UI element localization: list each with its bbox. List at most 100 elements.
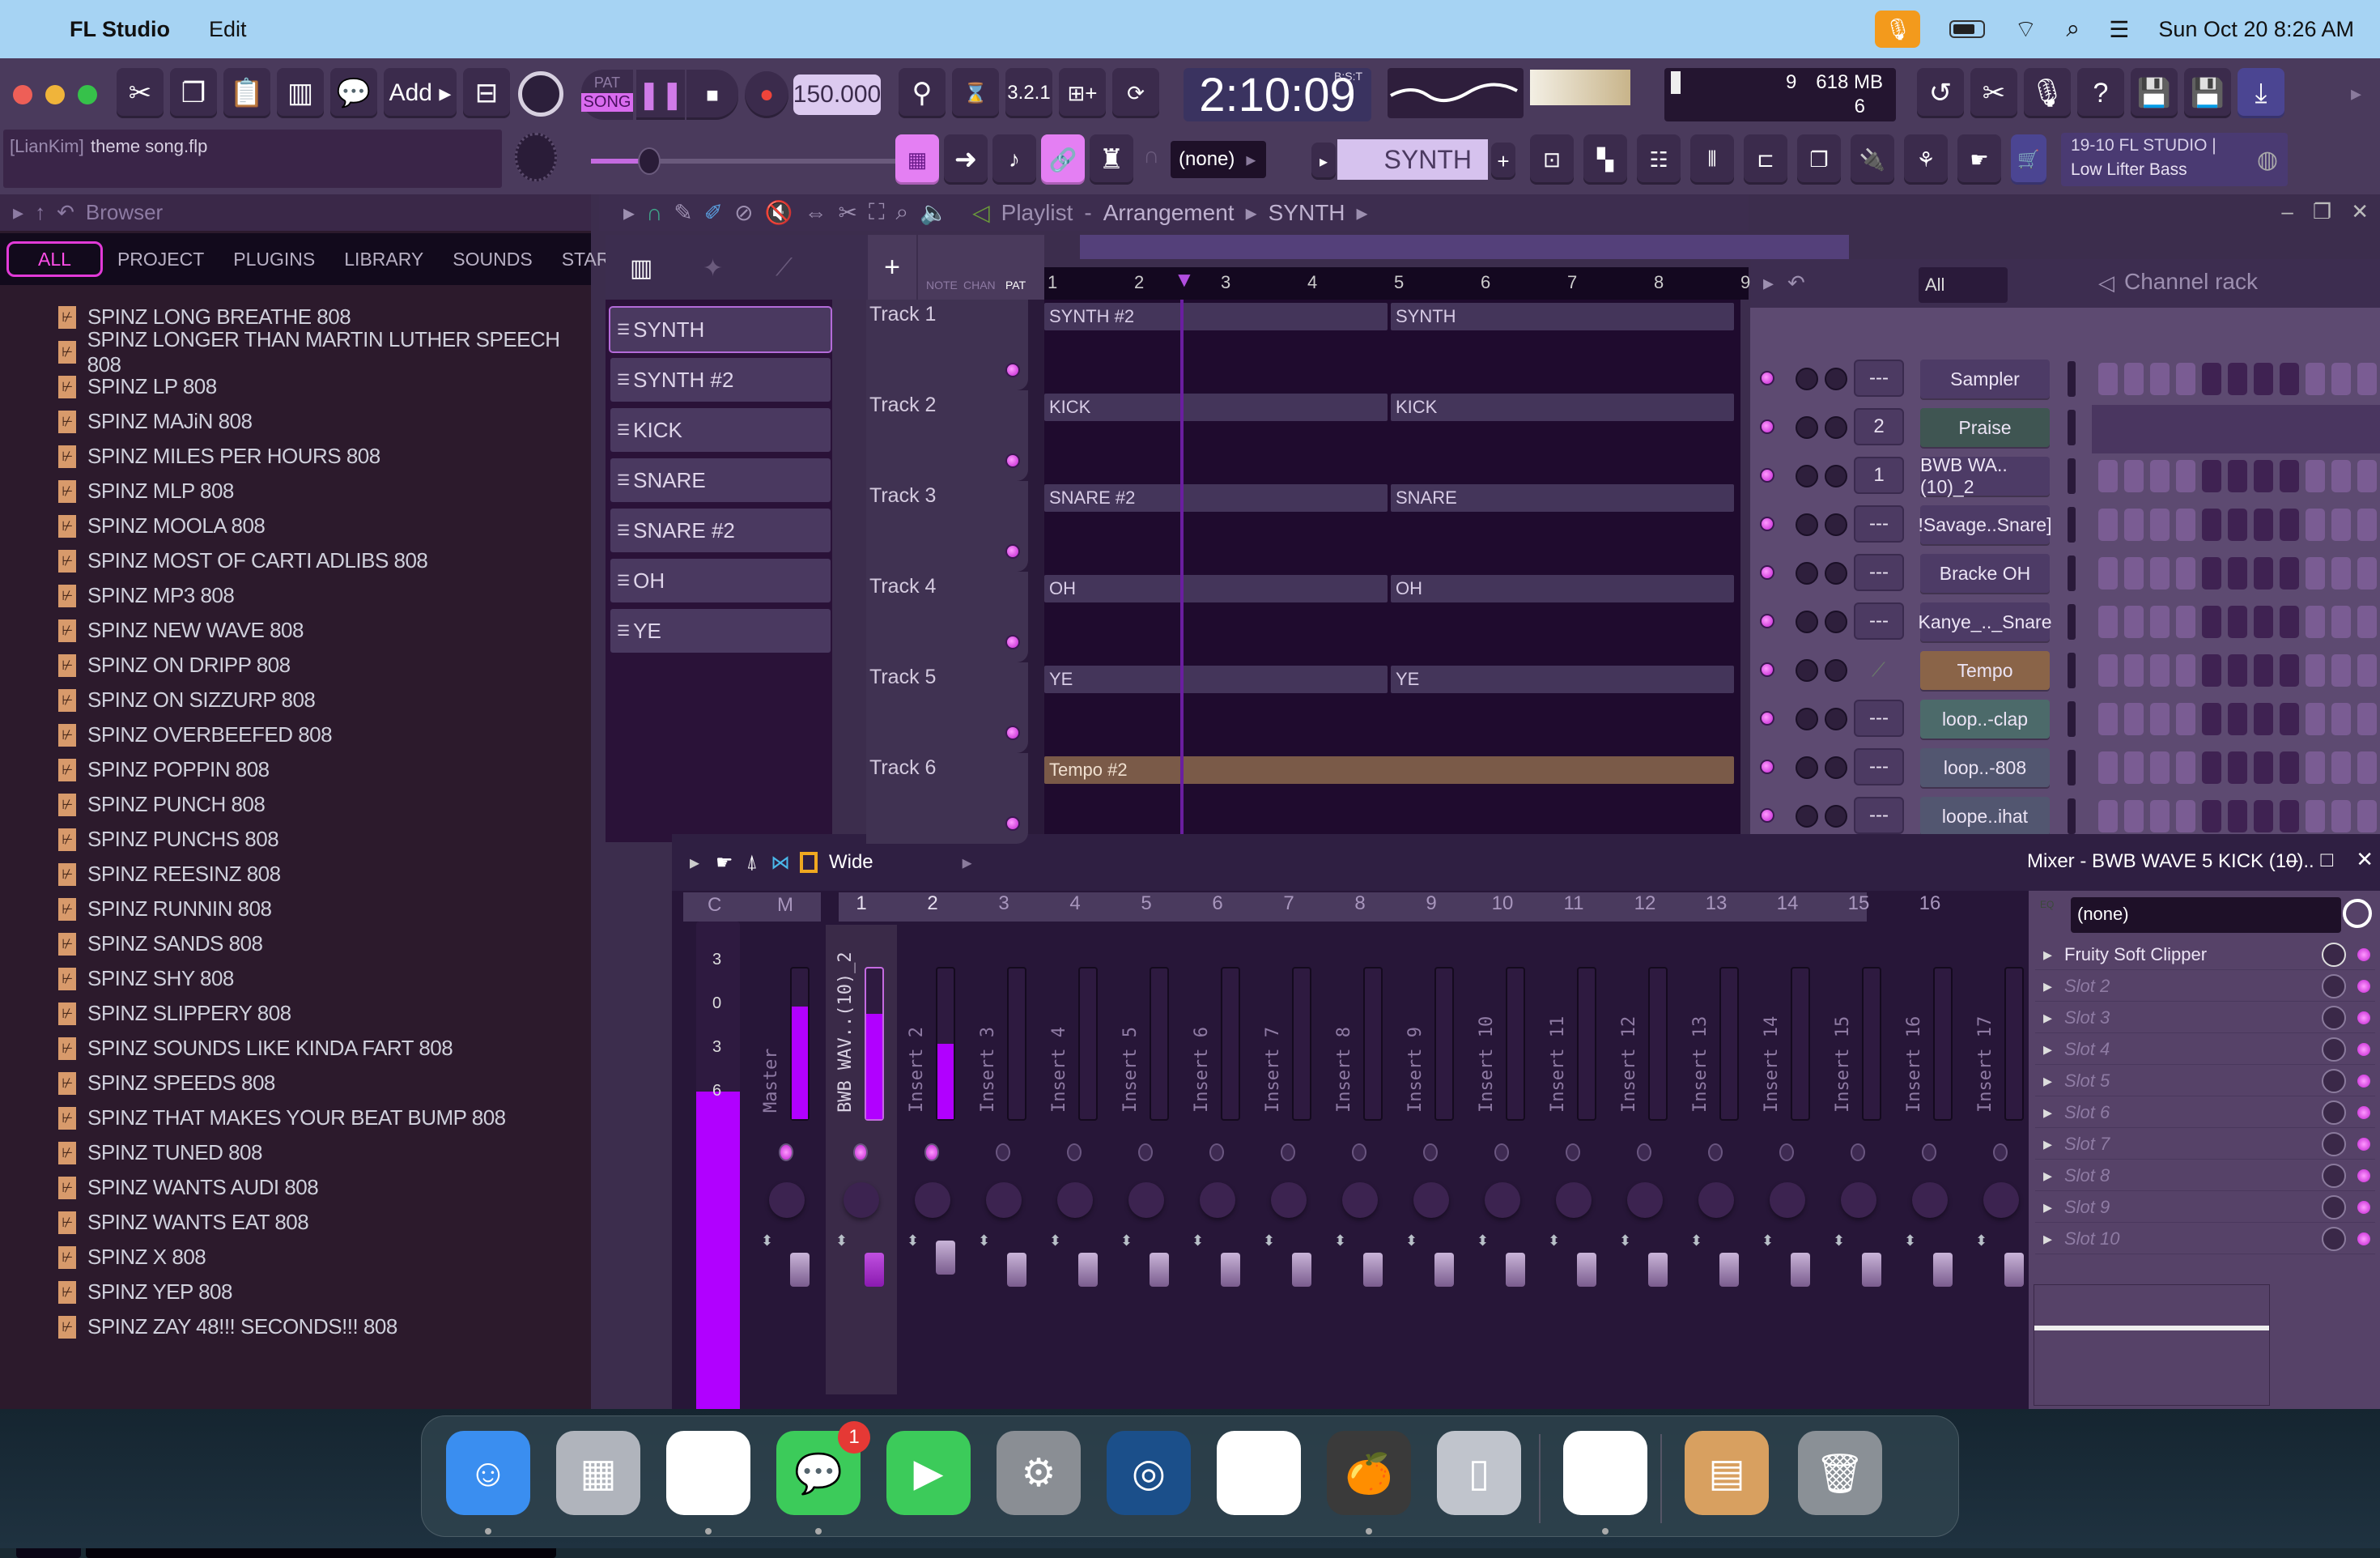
dock-app-iphone-mirroring[interactable]: ▯ — [1437, 1431, 1521, 1515]
volume-fader[interactable] — [1007, 1253, 1026, 1287]
slot-enable-led[interactable] — [2357, 979, 2370, 993]
strip-send-led[interactable] — [1708, 1143, 1723, 1161]
step-button[interactable] — [2254, 509, 2273, 541]
pan-knob[interactable] — [1271, 1182, 1307, 1218]
channel-volume-knob[interactable] — [1796, 513, 1818, 536]
channel-mute-led[interactable] — [1760, 468, 1774, 483]
step-button[interactable] — [2176, 751, 2195, 784]
channel-volume-knob[interactable] — [1796, 659, 1818, 682]
channel-select-indicator[interactable] — [2068, 750, 2076, 785]
channel-select-indicator[interactable] — [2068, 507, 2076, 543]
pan-knob[interactable] — [1983, 1182, 2019, 1218]
playlist-grid[interactable]: SYNTH #2 SYNTH KICK KICK SNARE #2 SNARE OH OH YE… — [1044, 300, 1740, 842]
channel-pan-knob[interactable] — [1825, 465, 1847, 487]
close-icon[interactable]: ✕ — [2351, 199, 2369, 224]
playhead-marker-icon[interactable]: ▼ — [1174, 267, 1195, 292]
dock-app-messages[interactable]: 💬 1 — [776, 1421, 870, 1515]
stereo-separation-icon[interactable]: ⬍ — [1405, 1232, 1417, 1249]
list-item[interactable]: ⊬ SPINZ MOST OF CARTI ADLIBS 808 — [49, 543, 591, 578]
channel-mute-led[interactable] — [1760, 662, 1774, 677]
volume-fader[interactable] — [1648, 1253, 1668, 1287]
step-edit-icon[interactable]: ⊞+ — [1059, 68, 1106, 118]
close-window-button[interactable] — [13, 85, 32, 104]
step-button[interactable] — [2306, 460, 2325, 492]
step-button[interactable] — [2150, 460, 2170, 492]
list-item[interactable]: ⊬ SPINZ SLIPPERY 808 — [49, 996, 591, 1031]
step-button[interactable] — [2228, 509, 2247, 541]
step-button[interactable] — [2124, 703, 2144, 735]
volume-fader[interactable] — [1292, 1253, 1311, 1287]
expand-icon[interactable]: ▸ — [2043, 1102, 2052, 1123]
slot-mix-knob[interactable] — [2322, 942, 2346, 967]
volume-fader[interactable] — [1078, 1253, 1098, 1287]
stereo-separation-icon[interactable]: ⬍ — [1904, 1232, 1916, 1249]
step-button[interactable] — [2150, 703, 2170, 735]
control-center-icon[interactable]: ☰ — [2109, 16, 2129, 43]
dock-app-system-settings[interactable]: ⚙ — [997, 1431, 1081, 1515]
step-button[interactable] — [2331, 606, 2351, 638]
step-button[interactable] — [2228, 703, 2247, 735]
slot-enable-led[interactable] — [2357, 1200, 2370, 1214]
latency-clock-icon[interactable] — [2343, 899, 2372, 928]
playlist-clip[interactable]: Tempo #2 — [1044, 756, 1734, 784]
step-button[interactable] — [2331, 363, 2351, 395]
channel-volume-knob[interactable] — [1796, 708, 1818, 730]
tab-plugins[interactable]: PLUGINS — [219, 241, 329, 277]
battery-icon[interactable] — [1949, 20, 1986, 38]
spotlight-search-icon[interactable]: ⌕ — [2066, 15, 2080, 43]
step-button[interactable] — [2150, 606, 2170, 638]
step-button[interactable] — [2306, 800, 2325, 832]
countdown-icon[interactable]: 3.2.1 — [1005, 68, 1052, 118]
pan-knob[interactable] — [1200, 1182, 1235, 1218]
playlist-clip[interactable]: OH — [1044, 575, 1388, 602]
stereo-separation-icon[interactable]: ⬍ — [1192, 1232, 1204, 1249]
playlist-clip[interactable]: SNARE — [1391, 484, 1734, 512]
strip-send-led[interactable] — [1922, 1143, 1936, 1161]
volume-fader[interactable] — [2004, 1253, 2024, 1287]
slot-mix-knob[interactable] — [2322, 1226, 2346, 1251]
list-item[interactable]: ⊬ SPINZ MP3 808 — [49, 578, 591, 613]
mixer-route-field[interactable]: --- — [1854, 505, 1904, 543]
step-button[interactable] — [2228, 460, 2247, 492]
minimize-icon[interactable]: – — [2286, 847, 2297, 872]
pan-knob[interactable] — [1057, 1182, 1093, 1218]
stereo-separation-icon[interactable]: ⬍ — [1762, 1232, 1774, 1249]
dock-app-google-chrome[interactable]: ◉ — [666, 1431, 750, 1515]
mixer-route-field[interactable]: 1 — [1854, 457, 1904, 494]
pan-knob[interactable] — [1627, 1182, 1663, 1218]
mixer-strip[interactable]: 3 Insert 3 ⬍ — [968, 892, 1039, 1394]
audio-clip-icon[interactable]: ✦ — [703, 254, 723, 283]
step-button[interactable] — [2124, 363, 2144, 395]
pat-song-toggle[interactable]: PAT SONG — [581, 70, 633, 120]
step-button[interactable] — [2254, 557, 2273, 590]
list-item[interactable]: ⊬ SPINZ MLP 808 — [49, 474, 591, 509]
channel-pan-knob[interactable] — [1825, 513, 1847, 536]
stereo-icon[interactable]: ⋈ — [771, 851, 790, 875]
step-button[interactable] — [2098, 557, 2118, 590]
cart-icon[interactable]: 🛒 — [2011, 134, 2046, 185]
stereo-separation-icon[interactable]: ⬍ — [907, 1232, 919, 1249]
volume-fader[interactable] — [1506, 1253, 1525, 1287]
step-button[interactable] — [2098, 606, 2118, 638]
magnet-icon[interactable]: ∩ — [646, 200, 662, 226]
step-button[interactable] — [2254, 703, 2273, 735]
channel-select-indicator[interactable] — [2068, 458, 2076, 494]
expand-icon[interactable]: ▸ — [13, 200, 23, 225]
channel-select-indicator[interactable] — [2068, 361, 2076, 397]
slider-thumb[interactable] — [638, 147, 661, 175]
volume-fader[interactable] — [1719, 1253, 1739, 1287]
slot-enable-led[interactable] — [2357, 947, 2370, 961]
stereo-separation-icon[interactable]: ⬍ — [1049, 1232, 1061, 1249]
list-item[interactable]: ⊬ SPINZ POPPIN 808 — [49, 752, 591, 787]
maximize-icon[interactable]: □ — [2320, 847, 2333, 872]
back-icon[interactable]: ↶ — [57, 200, 74, 225]
volume-fader[interactable] — [1933, 1253, 1953, 1287]
tab-project[interactable]: PROJECT — [103, 241, 219, 277]
channel-mute-led[interactable] — [1760, 711, 1774, 726]
dock-app-facetime[interactable]: ▶ — [886, 1431, 971, 1515]
step-button[interactable] — [2306, 363, 2325, 395]
list-item[interactable]: ⊬ SPINZ ZAY 48!!! SECONDS!!! 808 — [49, 1309, 591, 1344]
step-button[interactable] — [2124, 557, 2144, 590]
stereo-separation-icon[interactable]: ⬍ — [1833, 1232, 1845, 1249]
list-item[interactable]: ⊬ SPINZ PUNCHS 808 — [49, 822, 591, 857]
